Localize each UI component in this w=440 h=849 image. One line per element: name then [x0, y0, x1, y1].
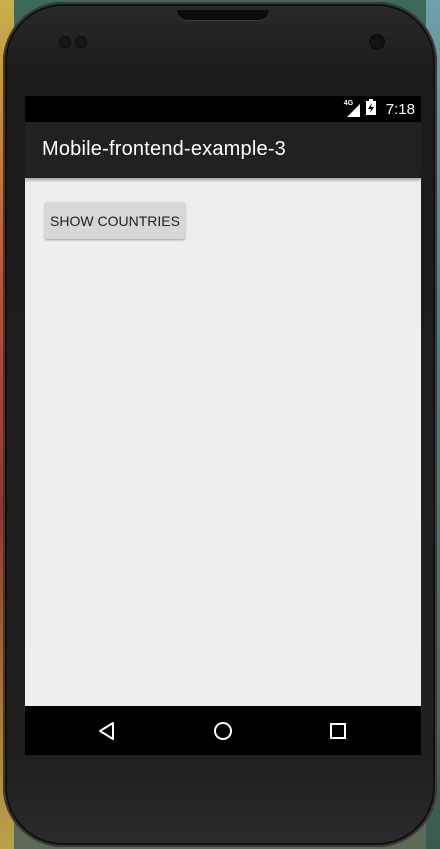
navigation-bar	[25, 706, 421, 755]
proximity-sensor	[59, 36, 71, 48]
status-icons: 4G 7:18	[344, 98, 415, 120]
phone-device-frame: 4G 7:18 Mobile-frontend-example-3 SHOW C…	[3, 2, 437, 847]
front-camera	[369, 34, 385, 50]
status-bar: 4G 7:18	[25, 96, 421, 122]
light-sensor	[75, 36, 87, 48]
recents-button[interactable]	[308, 706, 368, 755]
back-triangle-icon	[99, 721, 114, 740]
show-countries-button[interactable]: SHOW COUNTRIES	[45, 202, 185, 239]
home-button[interactable]	[193, 706, 253, 755]
battery-charging-icon	[365, 98, 376, 120]
device-screen: 4G 7:18 Mobile-frontend-example-3 SHOW C…	[25, 96, 421, 755]
earpiece-speaker	[177, 10, 269, 20]
cellular-signal-icon: 4G	[344, 100, 360, 117]
home-circle-icon	[214, 721, 232, 740]
recents-square-icon	[330, 722, 346, 739]
action-bar: Mobile-frontend-example-3	[25, 122, 421, 178]
main-content: SHOW COUNTRIES	[25, 178, 421, 706]
app-title: Mobile-frontend-example-3	[42, 138, 287, 160]
status-clock: 7:18	[385, 100, 415, 118]
back-button[interactable]	[77, 706, 137, 755]
